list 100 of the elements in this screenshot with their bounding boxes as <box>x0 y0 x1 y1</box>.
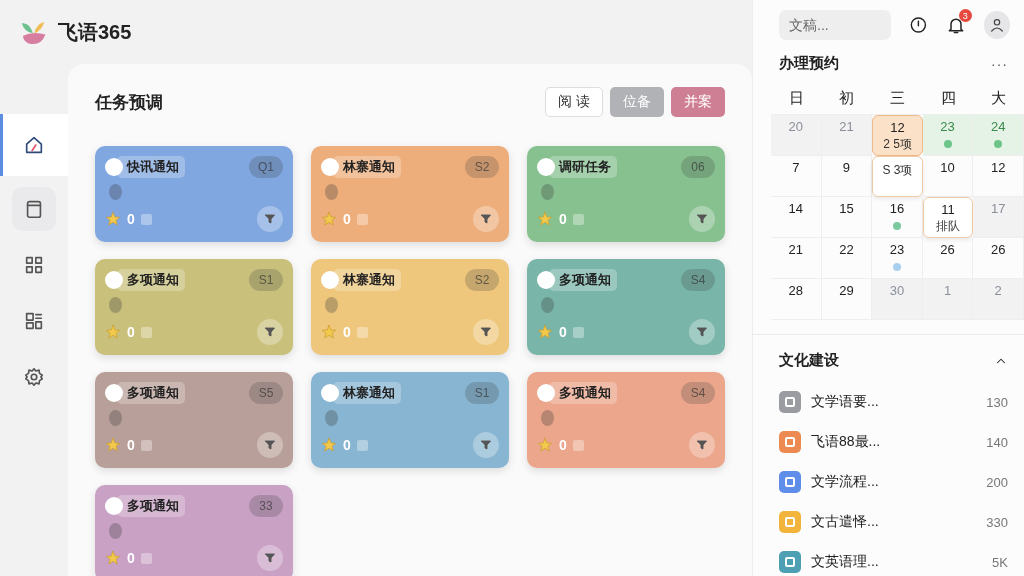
action-button[interactable]: 阅 读 <box>545 87 603 117</box>
filter-icon <box>696 326 708 338</box>
filter-icon <box>480 213 492 225</box>
day-number: 23 <box>889 242 905 257</box>
search-field[interactable]: 文稿... <box>779 10 891 40</box>
calendar-day[interactable]: 14 <box>771 197 822 238</box>
status-dot <box>325 297 338 313</box>
card-title: 林寨通知 <box>333 382 401 404</box>
avatar-icon <box>105 158 123 176</box>
filter-button[interactable] <box>689 319 715 345</box>
calendar-day[interactable]: 15 <box>821 197 873 238</box>
avatar-icon <box>105 384 123 402</box>
calendar-day[interactable]: 24 <box>973 115 1024 156</box>
task-card[interactable]: 多项通知 S4 0 <box>527 372 725 468</box>
card-title: 快讯通知 <box>117 156 185 178</box>
calendar-day[interactable]: 7 <box>771 156 822 197</box>
day-number: 28 <box>788 283 804 298</box>
task-card[interactable]: 多项通知 S1 0 <box>95 259 293 355</box>
day-number: 21 <box>788 242 804 257</box>
weekday-label: 初 <box>838 89 856 108</box>
tag-icon <box>356 213 368 225</box>
card-badge: S2 <box>465 156 499 178</box>
more-button[interactable]: ··· <box>991 55 1008 72</box>
task-card[interactable]: 多项通知 S5 0 <box>95 372 293 468</box>
star-icon <box>537 437 553 453</box>
calendar-day[interactable]: 28 <box>771 279 822 320</box>
day-number: 23 <box>940 119 955 134</box>
calendar-day[interactable]: 22 <box>821 238 873 279</box>
filter-button[interactable] <box>257 432 283 458</box>
day-number: 20 <box>788 119 804 134</box>
card-title: 多项通知 <box>117 269 185 291</box>
filter-button[interactable] <box>689 432 715 458</box>
card-badge: S2 <box>465 269 499 291</box>
star-icon <box>105 550 121 566</box>
weekday-label: 三 <box>889 89 906 108</box>
avatar-button[interactable] <box>983 11 1010 39</box>
star-icon <box>105 437 121 453</box>
day-number: 12 <box>990 160 1006 175</box>
calendar-day[interactable]: 16 <box>872 197 923 238</box>
day-number: 30 <box>889 283 905 298</box>
card-badge: S1 <box>465 382 499 404</box>
filter-button[interactable] <box>257 206 283 232</box>
home-icon <box>23 134 45 156</box>
task-card[interactable]: 多项通知 33 0 <box>95 485 293 576</box>
sidebar-item[interactable] <box>0 114 68 176</box>
task-card[interactable]: 多项通知 S4 0 <box>527 259 725 355</box>
avatar-icon <box>537 384 555 402</box>
app-title: 飞语365 <box>58 19 132 45</box>
calendar-day[interactable]: 11 排队 <box>922 197 974 238</box>
task-card[interactable]: 林寨通知 S1 0 <box>311 372 509 468</box>
task-card[interactable]: 快讯通知 Q1 0 <box>95 146 293 242</box>
filter-button[interactable] <box>689 206 715 232</box>
star-icon <box>537 324 553 340</box>
weekday-label: 日 <box>787 89 805 108</box>
card-title: 多项通知 <box>549 382 617 404</box>
filter-button[interactable] <box>473 206 499 232</box>
day-number: 29 <box>839 283 854 298</box>
tag-icon <box>356 326 368 338</box>
calendar-day[interactable]: 21 <box>771 238 822 279</box>
card-badge: 33 <box>249 495 283 517</box>
calendar-day[interactable]: 23 <box>922 115 974 156</box>
calendar-day[interactable]: S 3项 <box>872 156 923 197</box>
card-title: 林寨通知 <box>333 156 401 178</box>
star-count: 0 <box>343 211 351 227</box>
star-count: 0 <box>127 211 135 227</box>
avatar-icon <box>321 158 339 176</box>
resource-item[interactable]: 文英语理... 5K <box>779 542 1008 576</box>
star-icon <box>321 211 337 227</box>
tag-icon <box>572 326 584 338</box>
tag-icon <box>356 439 368 451</box>
resource-item[interactable]: 飞语88最... 140 <box>779 422 1008 462</box>
resource-item[interactable]: 文古遣怿... 330 <box>779 502 1008 542</box>
avatar-icon <box>105 497 123 515</box>
task-card[interactable]: 林寨通知 S2 0 <box>311 259 509 355</box>
star-icon <box>105 324 121 340</box>
weekday-label: 大 <box>990 89 1008 108</box>
status-dot <box>541 184 554 200</box>
day-number: 7 <box>792 160 800 175</box>
day-number: 2 <box>994 283 1002 298</box>
filter-button[interactable] <box>257 319 283 345</box>
filter-button[interactable] <box>473 432 499 458</box>
event-label: 排队 <box>936 218 961 235</box>
day-number: 22 <box>839 242 854 257</box>
tag-icon <box>140 326 152 338</box>
tag-icon <box>140 213 152 225</box>
day-number: 26 <box>990 242 1006 257</box>
star-count: 0 <box>559 437 567 453</box>
resource-item[interactable]: 文学语要... 130 <box>779 382 1008 422</box>
filter-icon <box>480 326 492 338</box>
settings-icon <box>23 366 45 388</box>
filter-button[interactable] <box>257 545 283 571</box>
card-badge: S1 <box>249 269 283 291</box>
calendar-title: 办理预约 <box>779 54 839 73</box>
calendar-day[interactable]: 12 2 5项 <box>872 115 923 156</box>
task-card[interactable]: 林寨通知 S2 0 <box>311 146 509 242</box>
resource-item[interactable]: 文学流程... 200 <box>779 462 1008 502</box>
task-card[interactable]: 调研任务 06 0 <box>527 146 725 242</box>
filter-button[interactable] <box>473 319 499 345</box>
star-count: 0 <box>343 324 351 340</box>
weekday-label: 四 <box>939 89 957 108</box>
